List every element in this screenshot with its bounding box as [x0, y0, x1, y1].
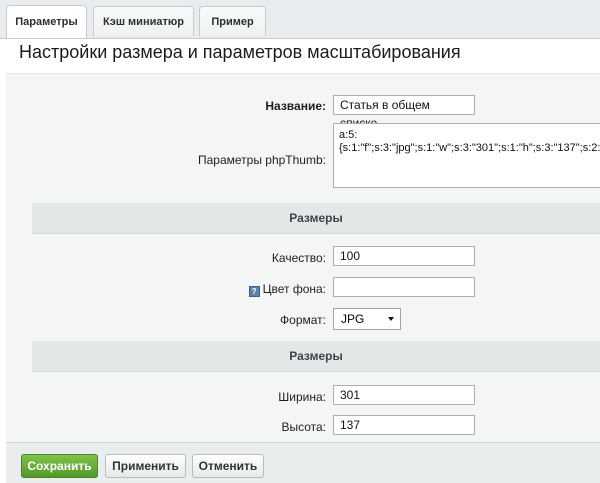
format-label: Формат: [280, 313, 326, 327]
page-title: Настройки размера и параметров масштабир… [19, 42, 461, 62]
width-label: Ширина: [278, 390, 326, 404]
height-label: Высота: [281, 420, 326, 434]
bgcolor-field[interactable] [333, 277, 475, 297]
bgcolor-label: ? Цвет фона: [6, 282, 326, 297]
tab-parameters[interactable]: Параметры [6, 5, 87, 38]
format-select[interactable]: JPG [333, 308, 401, 330]
phpthumb-textarea[interactable]: a:5: {s:1:"f";s:3:"jpg";s:1:"w";s:3:"301… [333, 123, 600, 188]
bgcolor-label-text: Цвет фона: [262, 282, 326, 296]
save-button[interactable]: Сохранить [21, 454, 98, 478]
tab-bar: Параметры Кэш миниатюр Пример [0, 0, 600, 39]
section-header-sizes: Размеры [32, 203, 600, 234]
tab-thumbnail-cache[interactable]: Кэш миниатюр [93, 6, 194, 36]
name-field[interactable]: Статья в общем списке [333, 95, 475, 130]
chevron-down-icon [388, 317, 394, 321]
tab-example[interactable]: Пример [199, 6, 266, 36]
quality-field[interactable]: 100 [333, 246, 475, 266]
section-header-sizes-2: Размеры [32, 341, 600, 372]
height-field[interactable]: 137 [333, 415, 475, 435]
width-field[interactable]: 301 [333, 385, 475, 405]
phpthumb-label: Параметры phpThumb: [197, 153, 326, 167]
format-select-value: JPG [341, 312, 365, 326]
name-label: Название: [265, 99, 326, 113]
quality-label: Качество: [271, 251, 326, 265]
apply-button[interactable]: Применить [105, 454, 186, 478]
help-icon[interactable]: ? [248, 286, 260, 297]
cancel-button[interactable]: Отменить [192, 454, 264, 478]
